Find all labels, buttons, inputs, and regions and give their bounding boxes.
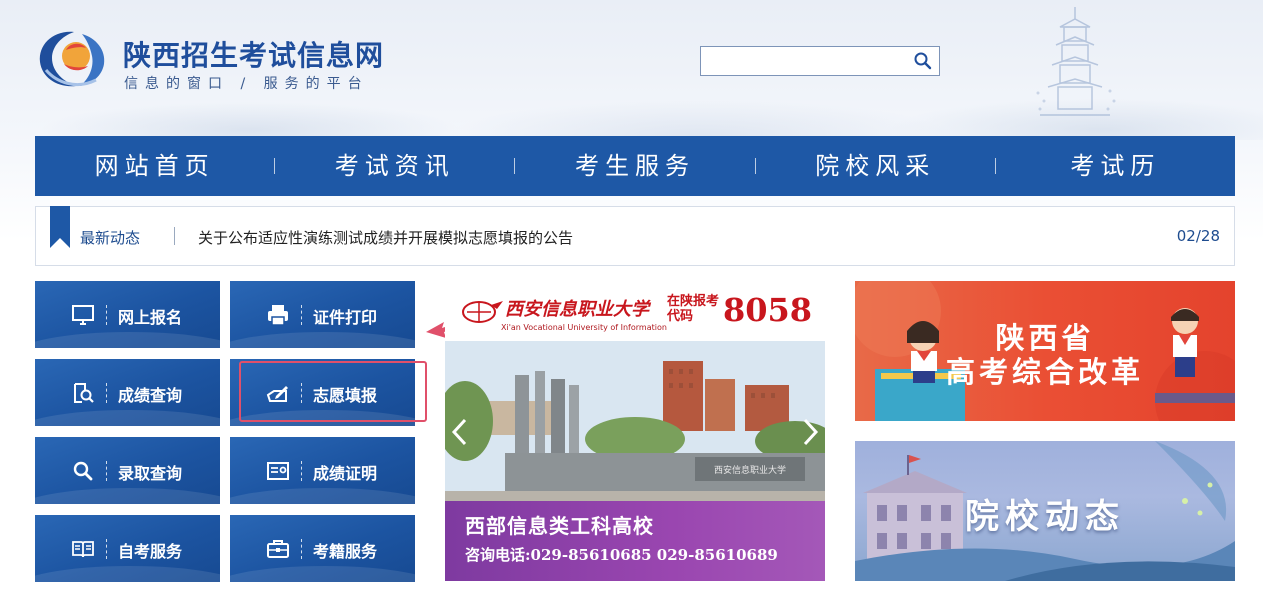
site-title: 陕西招生考试信息网 (123, 39, 385, 72)
certificate-icon (267, 462, 289, 480)
news-ticker: 最新动态 关于公布适应性演练测试成绩并开展模拟志愿填报的公告 02/28 (35, 206, 1235, 266)
site-logo-icon[interactable] (36, 26, 110, 92)
score-search-icon (74, 383, 94, 403)
carousel-next-icon[interactable] (799, 417, 821, 447)
reform-title-line2: 高考综合改革 (945, 355, 1144, 389)
printer-icon (268, 305, 288, 326)
tile-divider (106, 305, 107, 325)
search-icon[interactable] (913, 51, 933, 71)
service-score-query[interactable]: 成绩查询 (35, 359, 220, 426)
tile-divider (301, 539, 302, 559)
apply-code: 8058 (723, 291, 813, 329)
search-input[interactable] (701, 47, 906, 75)
search-icon (73, 461, 93, 481)
tile-divider (106, 383, 107, 403)
service-score-certificate[interactable]: 成绩证明 (230, 437, 415, 504)
service-student-records[interactable]: 考籍服务 (230, 515, 415, 582)
pagoda-illustration (1036, 7, 1116, 116)
service-label: 考籍服务 (313, 542, 378, 561)
promo-gaokao-reform[interactable]: 陕西省 高考综合改革 (855, 281, 1235, 421)
book-icon (72, 541, 94, 558)
service-label: 录取查询 (118, 464, 183, 483)
gate-sign: 西安信息职业大学 (714, 464, 786, 475)
school-english-name: Xi'an Vocational University of Informati… (501, 323, 667, 332)
tile-divider (106, 461, 107, 481)
monitor-icon (72, 305, 94, 325)
carousel-prev-icon[interactable] (449, 417, 471, 447)
school-name: 西安信息职业大学 (505, 299, 649, 320)
service-label: 自考服务 (118, 542, 183, 561)
college-news-title: 院校动态 (965, 497, 1125, 537)
news-label: 最新动态 (80, 229, 141, 247)
tile-divider (301, 305, 302, 325)
service-label: 成绩证明 (313, 464, 378, 483)
highlight-box (239, 361, 427, 422)
service-label: 网上报名 (118, 308, 183, 327)
bookmark-icon (50, 206, 70, 248)
news-headline-link[interactable]: 关于公布适应性演练测试成绩并开展模拟志愿填报的公告 (198, 227, 573, 248)
news-divider (174, 227, 175, 245)
nav-item-exam-calendar[interactable]: 考试历 (996, 136, 1235, 196)
school-logo-icon (462, 301, 503, 323)
service-certificate-print[interactable]: 证件打印 (230, 281, 415, 348)
service-self-study-exam[interactable]: 自考服务 (35, 515, 220, 582)
search-box (700, 46, 940, 76)
tile-divider (106, 539, 107, 559)
apply-code-label: 在陕报考代码 (667, 294, 720, 324)
tile-divider (301, 461, 302, 481)
campus-photo: 西安信息职业大学 (445, 341, 825, 505)
service-label: 证件打印 (313, 308, 378, 327)
banner-phone: 咨询电话:029-85610685 029-85610689 (465, 546, 778, 564)
promo-college-news[interactable]: 院校动态 (855, 441, 1235, 581)
site-slogan: 信息的窗口 / 服务的平台 (124, 76, 369, 92)
nav-item-exam-news[interactable]: 考试资讯 (275, 136, 514, 196)
nav-item-college-showcase[interactable]: 院校风采 (756, 136, 995, 196)
briefcase-icon (267, 540, 289, 558)
college-banner[interactable]: 西安信息职业大学 Xi'an Vocational University of … (445, 281, 825, 581)
banner-slogan: 西部信息类工科高校 (465, 514, 654, 538)
service-online-registration[interactable]: 网上报名 (35, 281, 220, 348)
service-label: 成绩查询 (118, 386, 183, 405)
nav-item-student-services[interactable]: 考生服务 (515, 136, 754, 196)
service-admission-query[interactable]: 录取查询 (35, 437, 220, 504)
main-nav: 网站首页 考试资讯 考生服务 院校风采 考试历 (35, 136, 1235, 196)
news-date: 02/28 (1176, 227, 1220, 245)
nav-item-home[interactable]: 网站首页 (35, 136, 274, 196)
